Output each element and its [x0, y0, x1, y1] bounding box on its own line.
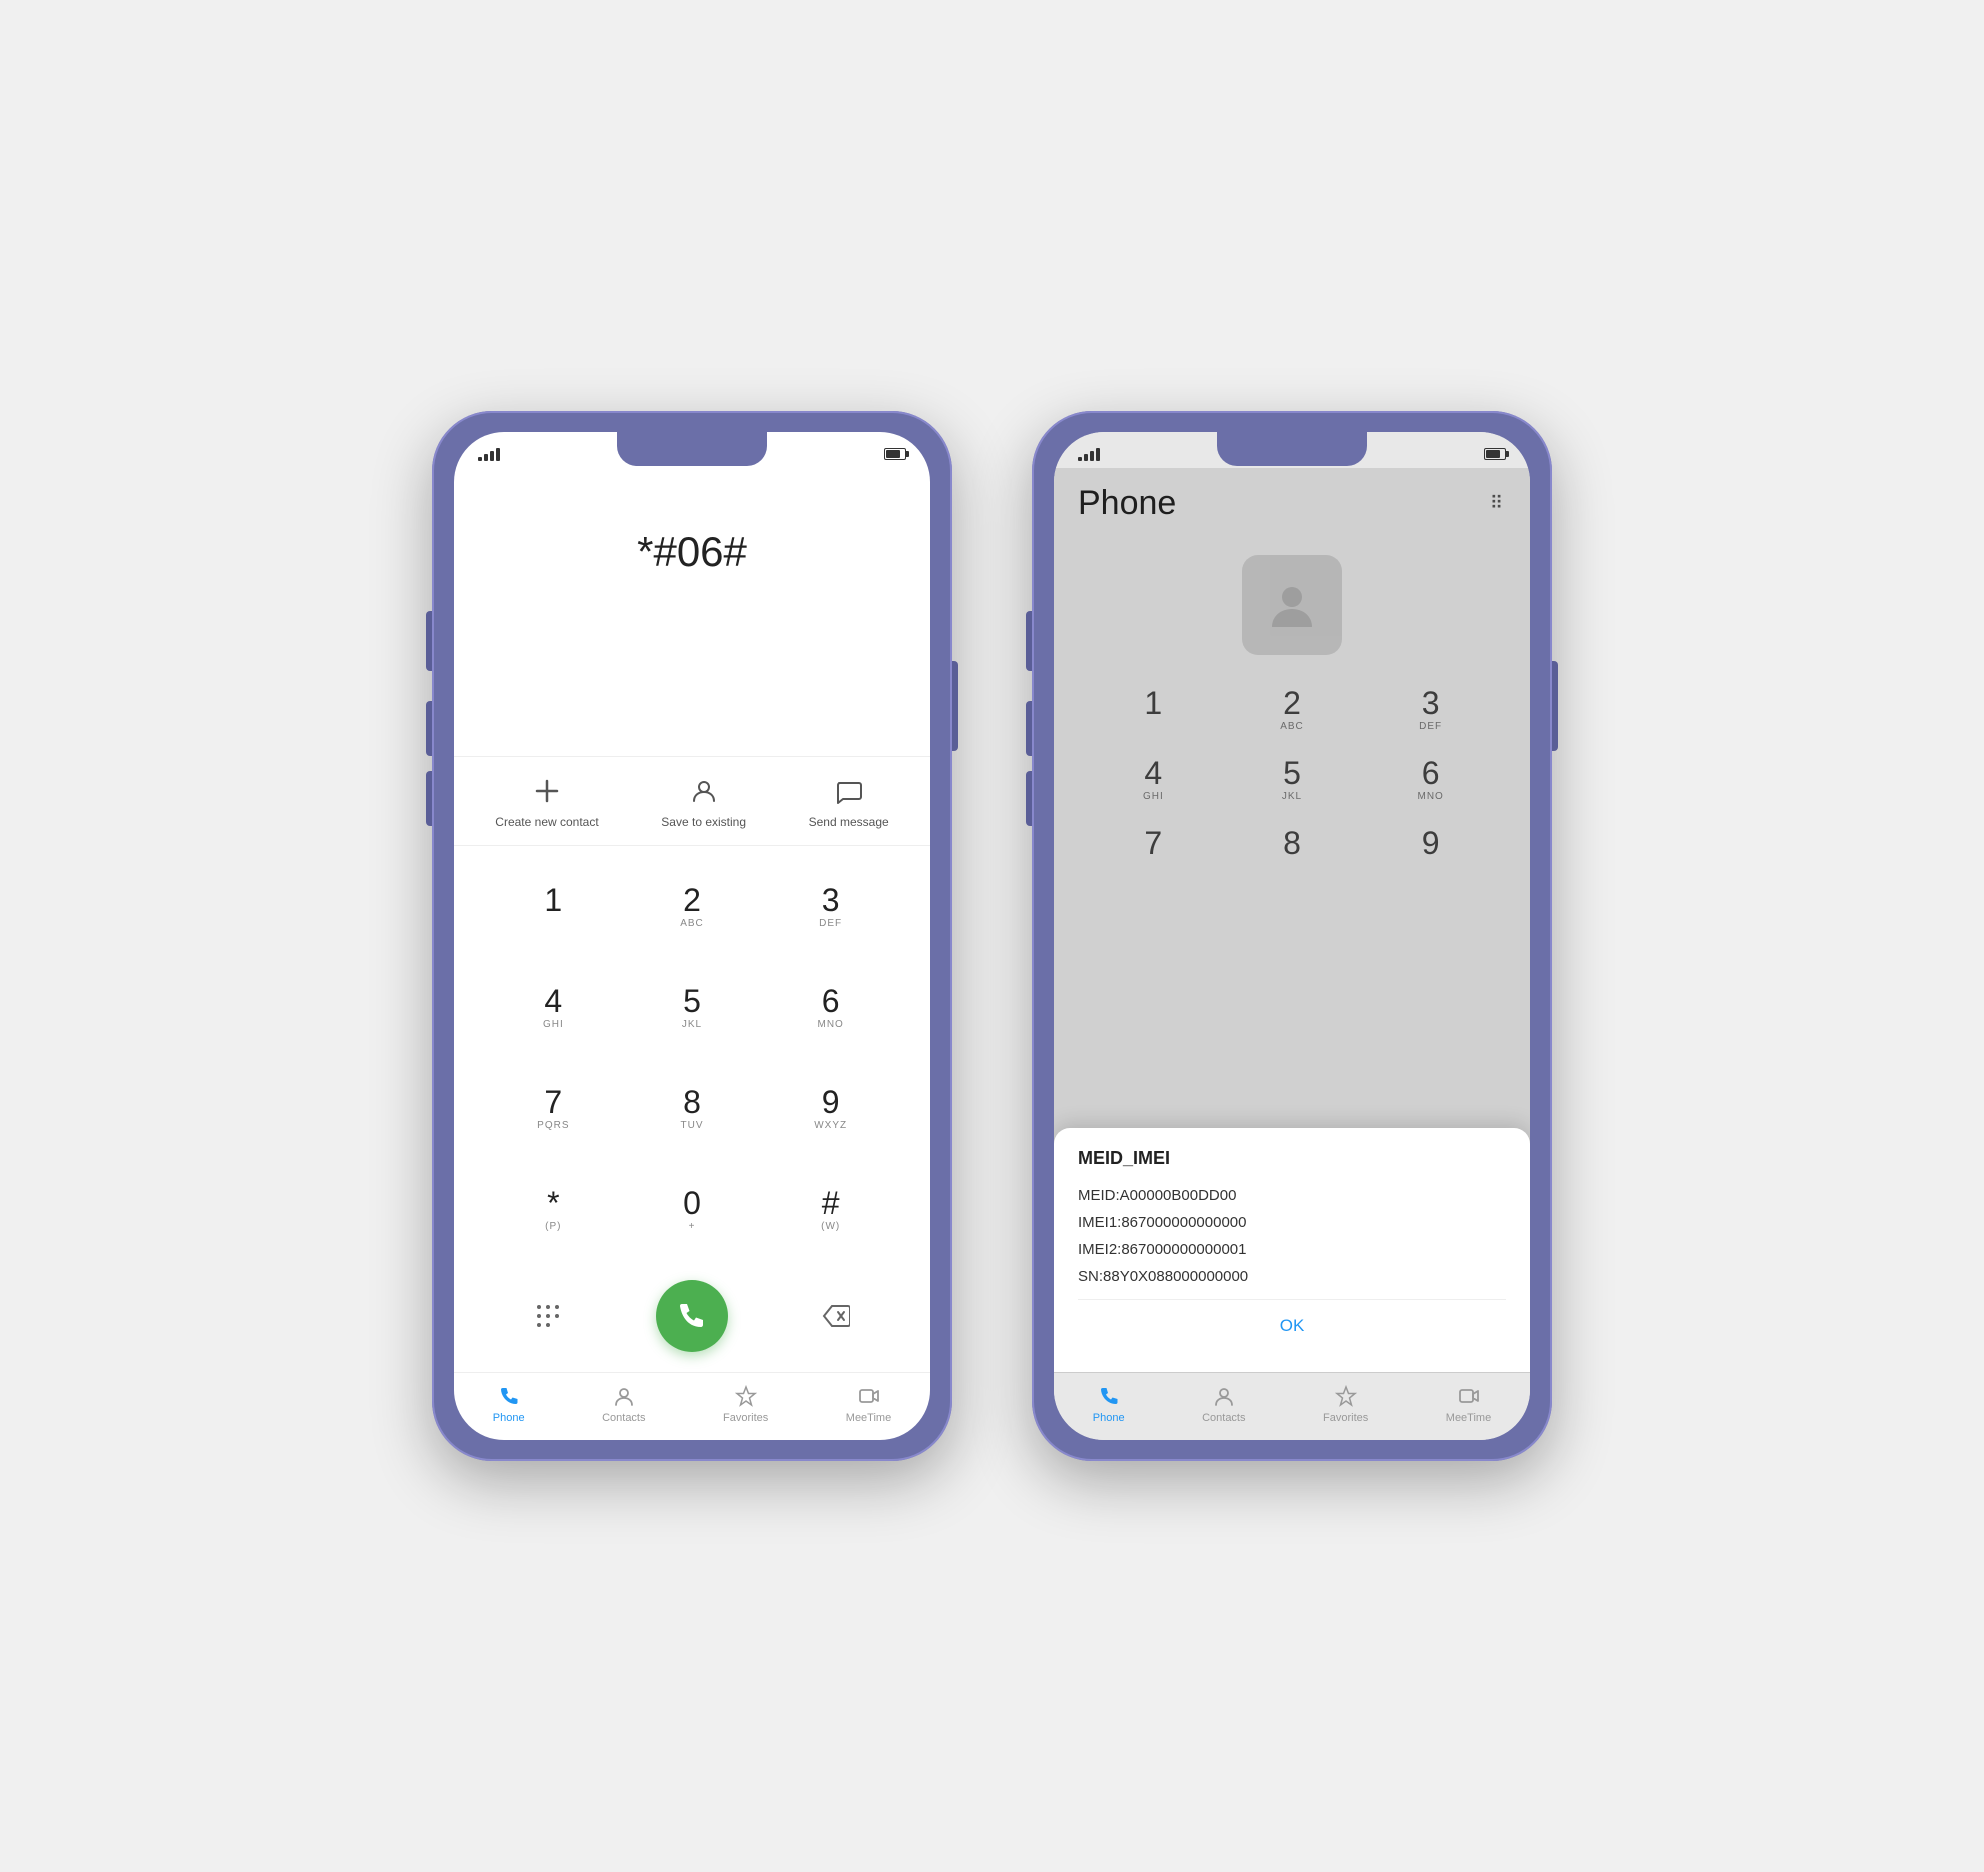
right-phone-tab-icon	[1096, 1383, 1122, 1409]
imei-dialog-title: MEID_IMEI	[1078, 1148, 1506, 1169]
imei-dialog-overlay: MEID_IMEI MEID:A00000B00DD00 IMEI1:86700…	[1054, 468, 1530, 1372]
tab-contacts[interactable]: Contacts	[602, 1383, 645, 1424]
phone-tab-icon	[496, 1383, 522, 1409]
vol-down-button[interactable]	[426, 771, 432, 826]
call-button[interactable]	[656, 1280, 728, 1352]
left-screen: 08:08 *#06# Create new contact	[454, 432, 930, 1440]
save-to-existing-button[interactable]: Save to existing	[661, 773, 746, 829]
battery-icon	[884, 448, 906, 460]
key-2[interactable]: 2 ABC	[623, 856, 762, 957]
imei2-row: IMEI2:867000000000001	[1078, 1239, 1506, 1260]
key-9[interactable]: 9 WXYZ	[761, 1058, 900, 1159]
vol-up-button[interactable]	[426, 701, 432, 756]
tab-phone[interactable]: Phone	[493, 1383, 525, 1424]
dialer-number: *#06#	[454, 468, 930, 596]
tab-contacts-label: Contacts	[602, 1412, 645, 1424]
person-icon	[686, 773, 722, 809]
key-6[interactable]: 6 MNO	[761, 957, 900, 1058]
right-vol-down-button[interactable]	[1026, 771, 1032, 826]
signal-icon	[478, 447, 500, 461]
right-vol-up-button[interactable]	[1026, 701, 1032, 756]
key-4[interactable]: 4 GHI	[484, 957, 623, 1058]
right-tab-favorites[interactable]: Favorites	[1323, 1383, 1368, 1424]
key-1[interactable]: 1	[484, 856, 623, 957]
right-screen-content: Phone ⠿ 1 2 AB	[1054, 468, 1530, 1372]
right-tab-meetime-label: MeeTime	[1446, 1412, 1491, 1424]
contacts-tab-icon	[611, 1383, 637, 1409]
meid-row: MEID:A00000B00DD00	[1078, 1185, 1506, 1206]
key-3[interactable]: 3 DEF	[761, 856, 900, 957]
send-message-label: Send message	[809, 815, 889, 829]
right-battery-icon	[1484, 448, 1506, 460]
tab-meetime-label: MeeTime	[846, 1412, 891, 1424]
meetime-tab-icon	[856, 1383, 882, 1409]
right-notch	[1217, 432, 1367, 466]
keypad: 1 2 ABC 3 DEF 4 GHI 5 JKL	[454, 846, 930, 1270]
delete-button[interactable]	[816, 1296, 856, 1336]
create-contact-button[interactable]: Create new contact	[495, 773, 598, 829]
dialer-bottom	[454, 1270, 930, 1372]
send-message-button[interactable]: Send message	[809, 773, 889, 829]
key-5[interactable]: 5 JKL	[623, 957, 762, 1058]
tab-meetime[interactable]: MeeTime	[846, 1383, 891, 1424]
tab-bar: Phone Contacts Favorites	[454, 1372, 930, 1440]
save-existing-label: Save to existing	[661, 815, 746, 829]
key-hash[interactable]: # (W)	[761, 1159, 900, 1260]
right-tab-contacts-label: Contacts	[1202, 1412, 1245, 1424]
notch	[617, 432, 767, 466]
plus-icon	[529, 773, 565, 809]
imei-ok-button[interactable]: OK	[1078, 1299, 1506, 1352]
create-contact-label: Create new contact	[495, 815, 598, 829]
right-meetime-tab-icon	[1456, 1383, 1482, 1409]
right-phone: 08:08 Phone ⠿	[1032, 411, 1552, 1461]
screen-content: *#06# Create new contact	[454, 468, 930, 1372]
right-signal-icon	[1078, 447, 1100, 461]
right-tab-meetime[interactable]: MeeTime	[1446, 1383, 1491, 1424]
right-tab-phone[interactable]: Phone	[1093, 1383, 1125, 1424]
right-contacts-tab-icon	[1211, 1383, 1237, 1409]
right-tab-phone-label: Phone	[1093, 1412, 1125, 1424]
key-7[interactable]: 7 PQRS	[484, 1058, 623, 1159]
right-tab-favorites-label: Favorites	[1323, 1412, 1368, 1424]
key-0[interactable]: 0 +	[623, 1159, 762, 1260]
right-tab-bar: Phone Contacts Favorites	[1054, 1372, 1530, 1440]
tab-favorites[interactable]: Favorites	[723, 1383, 768, 1424]
left-phone: 08:08 *#06# Create new contact	[432, 411, 952, 1461]
dialer-actions: Create new contact Save to existing	[454, 756, 930, 846]
favorites-tab-icon	[733, 1383, 759, 1409]
message-icon	[831, 773, 867, 809]
sn-row: SN:88Y0X088000000000	[1078, 1266, 1506, 1287]
right-screen: 08:08 Phone ⠿	[1054, 432, 1530, 1440]
key-8[interactable]: 8 TUV	[623, 1058, 762, 1159]
right-favorites-tab-icon	[1333, 1383, 1359, 1409]
tab-phone-label: Phone	[493, 1412, 525, 1424]
dialpad-icon[interactable]	[528, 1296, 568, 1336]
key-star[interactable]: * (P)	[484, 1159, 623, 1260]
tab-favorites-label: Favorites	[723, 1412, 768, 1424]
imei-dialog: MEID_IMEI MEID:A00000B00DD00 IMEI1:86700…	[1054, 1128, 1530, 1372]
right-tab-contacts[interactable]: Contacts	[1202, 1383, 1245, 1424]
imei1-row: IMEI1:867000000000000	[1078, 1212, 1506, 1233]
